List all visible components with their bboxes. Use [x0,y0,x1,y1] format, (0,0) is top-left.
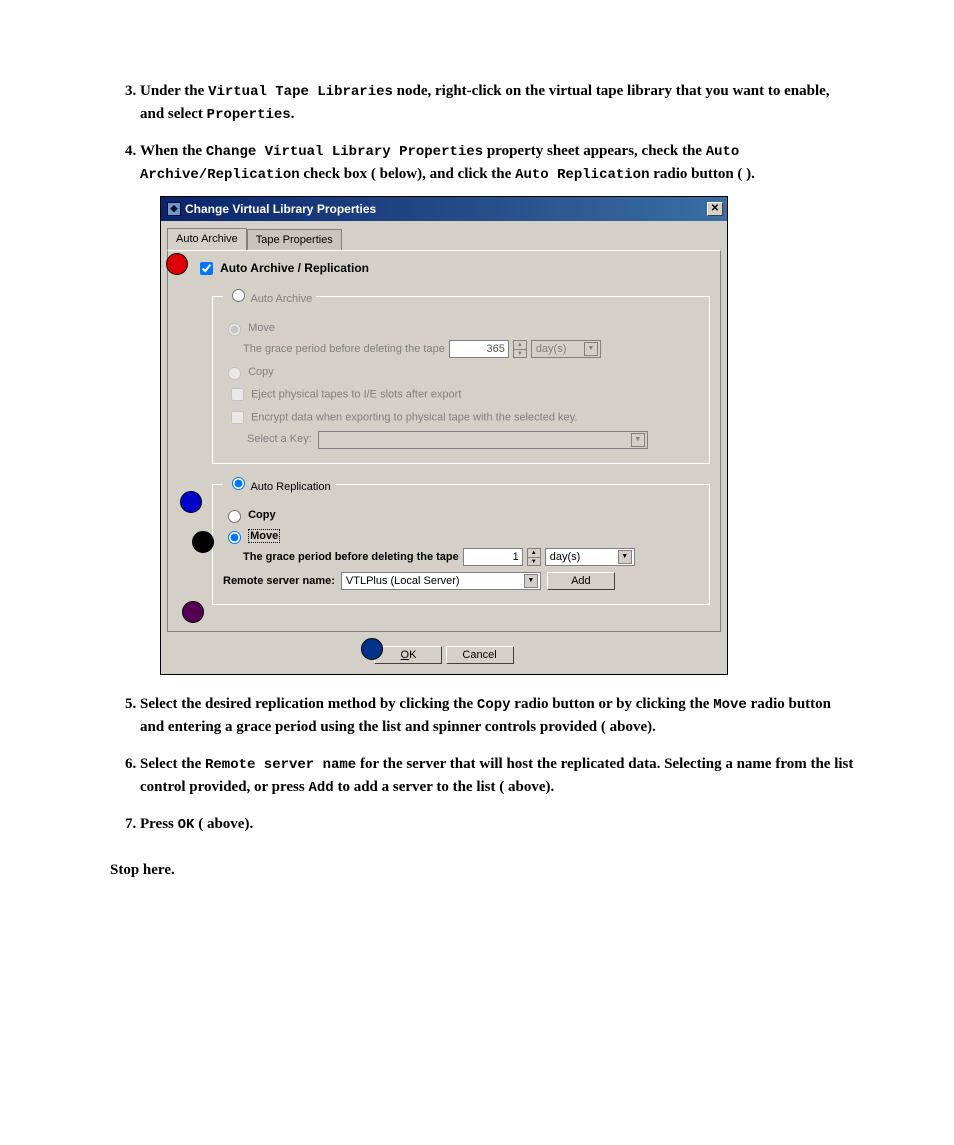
step-4: When the Change Virtual Library Properti… [140,140,854,675]
dialog-icon: ◆ [167,202,181,216]
eject-check-row: Eject physical tapes to I/E slots after … [227,385,699,404]
step-6: Select the Remote server name for the se… [140,753,854,799]
archive-grace-label: The grace period before deleting the tap… [243,341,445,358]
spinner-down-icon[interactable]: ▼ [528,558,540,566]
repl-unit-combo[interactable]: day(s)▼ [545,548,635,566]
stop-here: Stop here. [110,862,854,879]
step-3: Under the Virtual Tape Libraries node, r… [140,80,854,126]
callout-dot-black [192,531,214,553]
tabs-row: Auto ArchiveTape Properties [161,221,727,250]
tab-body: Auto Archive / Replication Auto Archive … [167,250,721,633]
radio-auto-archive[interactable] [232,289,245,302]
cancel-button[interactable]: Cancel [446,646,514,664]
repl-move-row: Move [223,528,699,545]
tab-tape-properties[interactable]: Tape Properties [247,229,342,252]
add-button[interactable]: Add [547,572,615,590]
callout-dot-blue [180,491,202,513]
radio-archive-move[interactable] [228,323,241,336]
callout-dot-darkblue [361,638,383,660]
checkbox-eject[interactable] [231,388,244,401]
repl-grace-label: The grace period before deleting the tap… [243,549,459,566]
tab-auto-archive[interactable]: Auto Archive [167,228,247,251]
remote-label: Remote server name: [223,573,335,590]
step-7: Press OK ( above). [140,813,854,836]
ok-button[interactable]: OK [374,646,442,664]
spinner-up-icon[interactable]: ▲ [528,549,540,558]
checkbox-auto-archive-replication[interactable] [200,262,213,275]
instruction-list: Under the Virtual Tape Libraries node, r… [100,80,854,836]
repl-copy-row: Copy [223,507,699,524]
chevron-down-icon: ▼ [618,550,632,564]
radio-repl-copy[interactable] [228,510,241,523]
dialog-change-virtual-library-properties: ◆ Change Virtual Library Properties ✕ Au… [160,196,728,675]
dialog-title: Change Virtual Library Properties [185,200,707,218]
repl-grace-input[interactable] [463,548,523,566]
close-icon[interactable]: ✕ [707,202,723,216]
remote-server-row: Remote server name: VTLPlus (Local Serve… [223,572,699,590]
step-5: Select the desired replication method by… [140,693,854,739]
archive-unit-combo[interactable]: day(s)▼ [531,340,601,358]
radio-row-copy: Copy [223,364,699,381]
key-label: Select a Key: [247,431,312,448]
dialog-buttons: OK Cancel [161,638,727,674]
group-auto-archive: Auto Archive Move The grace period befor… [212,286,710,464]
repl-grace-spinner[interactable]: ▲▼ [527,548,541,566]
radio-row-move: Move [223,320,699,337]
chevron-down-icon: ▼ [524,574,538,588]
repl-grace-row: The grace period before deleting the tap… [243,548,699,566]
checkbox-encrypt[interactable] [231,411,244,424]
key-combo[interactable]: ▼ [318,431,648,449]
spinner-down-icon[interactable]: ▼ [514,350,526,358]
legend-auto-archive[interactable]: Auto Archive [223,286,316,308]
spinner-up-icon[interactable]: ▲ [514,341,526,350]
archive-grace-input[interactable] [449,340,509,358]
main-check-label: Auto Archive / Replication [220,261,369,275]
chevron-down-icon: ▼ [631,433,645,447]
encrypt-check-row: Encrypt data when exporting to physical … [227,408,699,427]
remote-server-combo[interactable]: VTLPlus (Local Server)▼ [341,572,541,590]
archive-grace-row: The grace period before deleting the tap… [243,340,699,358]
group-auto-replication: Auto Replication Copy Move The grace per… [212,474,710,606]
radio-repl-move[interactable] [228,531,241,544]
dialog-titlebar: ◆ Change Virtual Library Properties ✕ [161,197,727,221]
callout-dot-purple [182,601,204,623]
callout-dot-red [166,253,188,275]
radio-archive-copy[interactable] [228,367,241,380]
main-check-row[interactable]: Auto Archive / Replication [196,259,369,279]
legend-auto-replication[interactable]: Auto Replication [223,474,335,496]
archive-grace-spinner[interactable]: ▲▼ [513,340,527,358]
radio-auto-replication[interactable] [232,477,245,490]
chevron-down-icon: ▼ [584,342,598,356]
key-row: Select a Key: ▼ [247,431,699,449]
